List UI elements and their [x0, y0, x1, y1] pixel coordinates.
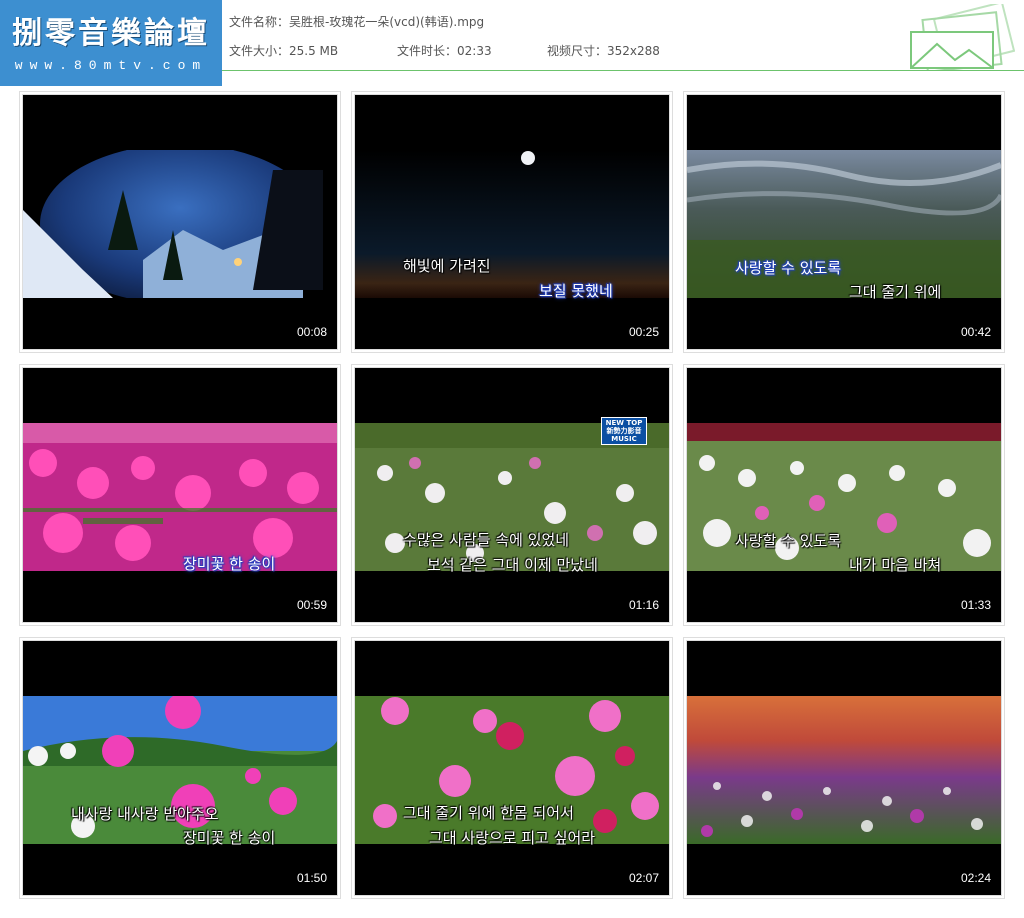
lyric-line-2: 그대 사랑으로 피고 싶어라 — [429, 829, 596, 847]
lyric-line-1: 그대 줄기 위에 한몸 되어서 — [403, 804, 574, 822]
lyric-line-2: 보석 같은 그대 이제 만났네 — [427, 556, 598, 574]
timecode: 00:08 — [296, 325, 327, 339]
channel-logo: NEW TOP 新勢力影音 MUSIC — [601, 417, 647, 445]
thumbnail-4-frame — [23, 423, 337, 571]
file-size-label: 文件大小： — [229, 44, 290, 58]
file-name-row: 文件名称：吴胜根-玫瑰花一朵(vcd)(韩语).mpg — [229, 13, 484, 30]
thumbnail-6[interactable]: 사랑할 수 있도록 내가 마음 바쳐 01:33 — [686, 367, 1002, 623]
file-size-value: 25.5 MB — [289, 44, 339, 58]
lyric-line-1: 사랑할 수 있도록 — [735, 259, 842, 277]
thumbnail-1[interactable]: 00:08 — [22, 94, 338, 350]
lyric-line-1: 내사랑 내사랑 받아주오 — [71, 805, 219, 823]
timecode: 02:24 — [960, 871, 991, 885]
lyric-line-1: 사랑할 수 있도록 — [735, 532, 842, 550]
logo-title: 捌零音樂論壇 — [12, 16, 210, 51]
timecode: 00:42 — [960, 325, 991, 339]
lyric-line-2: 그대 줄기 위에 — [849, 283, 942, 301]
file-duration-value: 02:33 — [457, 44, 492, 58]
video-dimension-label: 视频尺寸： — [547, 44, 608, 58]
lyric-line-1: 수많은 사람들 속에 있었네 — [403, 531, 570, 549]
file-duration-row: 文件时长：02:33 — [397, 42, 492, 59]
thumbnail-8[interactable]: 그대 줄기 위에 한몸 되어서 그대 사랑으로 피고 싶어라 02:07 — [354, 640, 670, 896]
header-divider — [222, 70, 1024, 71]
lyric-line-2: 보질 못했네 — [539, 282, 613, 300]
site-logo: 捌零音樂論壇 www.80mtv.com — [0, 0, 222, 86]
file-name-value: 吴胜根-玫瑰花一朵(vcd)(韩语).mpg — [289, 15, 485, 29]
lyric-line-2: 내가 마음 바쳐 — [849, 556, 942, 574]
lyric-line-1: 장미꽃 한 송이 — [183, 555, 276, 573]
thumbnail-4[interactable]: 장미꽃 한 송이 00:59 — [22, 367, 338, 623]
logo-url: www.80mtv.com — [14, 58, 208, 73]
thumbnail-1-frame — [23, 150, 337, 298]
lyric-line-1: 해빛에 가려진 — [403, 257, 491, 275]
video-dimension-value: 352x288 — [607, 44, 660, 58]
picture-stack-icon — [910, 4, 1015, 70]
file-name-label: 文件名称： — [229, 15, 290, 29]
lyric-line-2: 장미꽃 한 송이 — [183, 829, 276, 847]
thumbnail-3[interactable]: 사랑할 수 있도록 그대 줄기 위에 00:42 — [686, 94, 1002, 350]
thumbnail-9-frame — [687, 696, 1001, 844]
timecode: 00:59 — [296, 598, 327, 612]
file-duration-label: 文件时长： — [397, 44, 458, 58]
file-size-row: 文件大小：25.5 MB — [229, 42, 338, 59]
video-dimension-row: 视频尺寸：352x288 — [547, 42, 660, 59]
timecode: 00:25 — [628, 325, 659, 339]
timecode: 02:07 — [628, 871, 659, 885]
thumbnail-2[interactable]: 해빛에 가려진 보질 못했네 00:25 — [354, 94, 670, 350]
timecode: 01:33 — [960, 598, 991, 612]
thumbnail-7[interactable]: 내사랑 내사랑 받아주오 장미꽃 한 송이 01:50 — [22, 640, 338, 896]
timecode: 01:16 — [628, 598, 659, 612]
thumbnail-9[interactable]: 02:24 — [686, 640, 1002, 896]
timecode: 01:50 — [296, 871, 327, 885]
thumbnail-5[interactable]: NEW TOP 新勢力影音 MUSIC 수많은 사람들 속에 있었네 보석 같은… — [354, 367, 670, 623]
